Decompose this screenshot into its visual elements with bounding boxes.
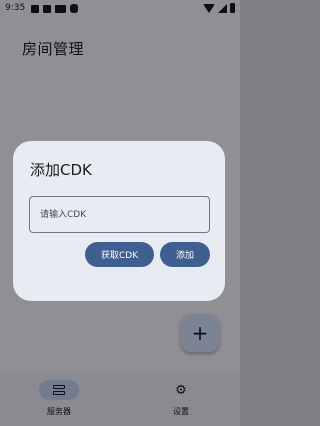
dialog-title: 添加CDK bbox=[30, 161, 92, 179]
cdk-input[interactable] bbox=[29, 196, 210, 233]
add-button[interactable]: 添加 bbox=[160, 242, 210, 267]
get-cdk-button[interactable]: 获取CDK bbox=[85, 242, 154, 267]
add-cdk-dialog: 添加CDK 获取CDK 添加 bbox=[13, 141, 225, 301]
